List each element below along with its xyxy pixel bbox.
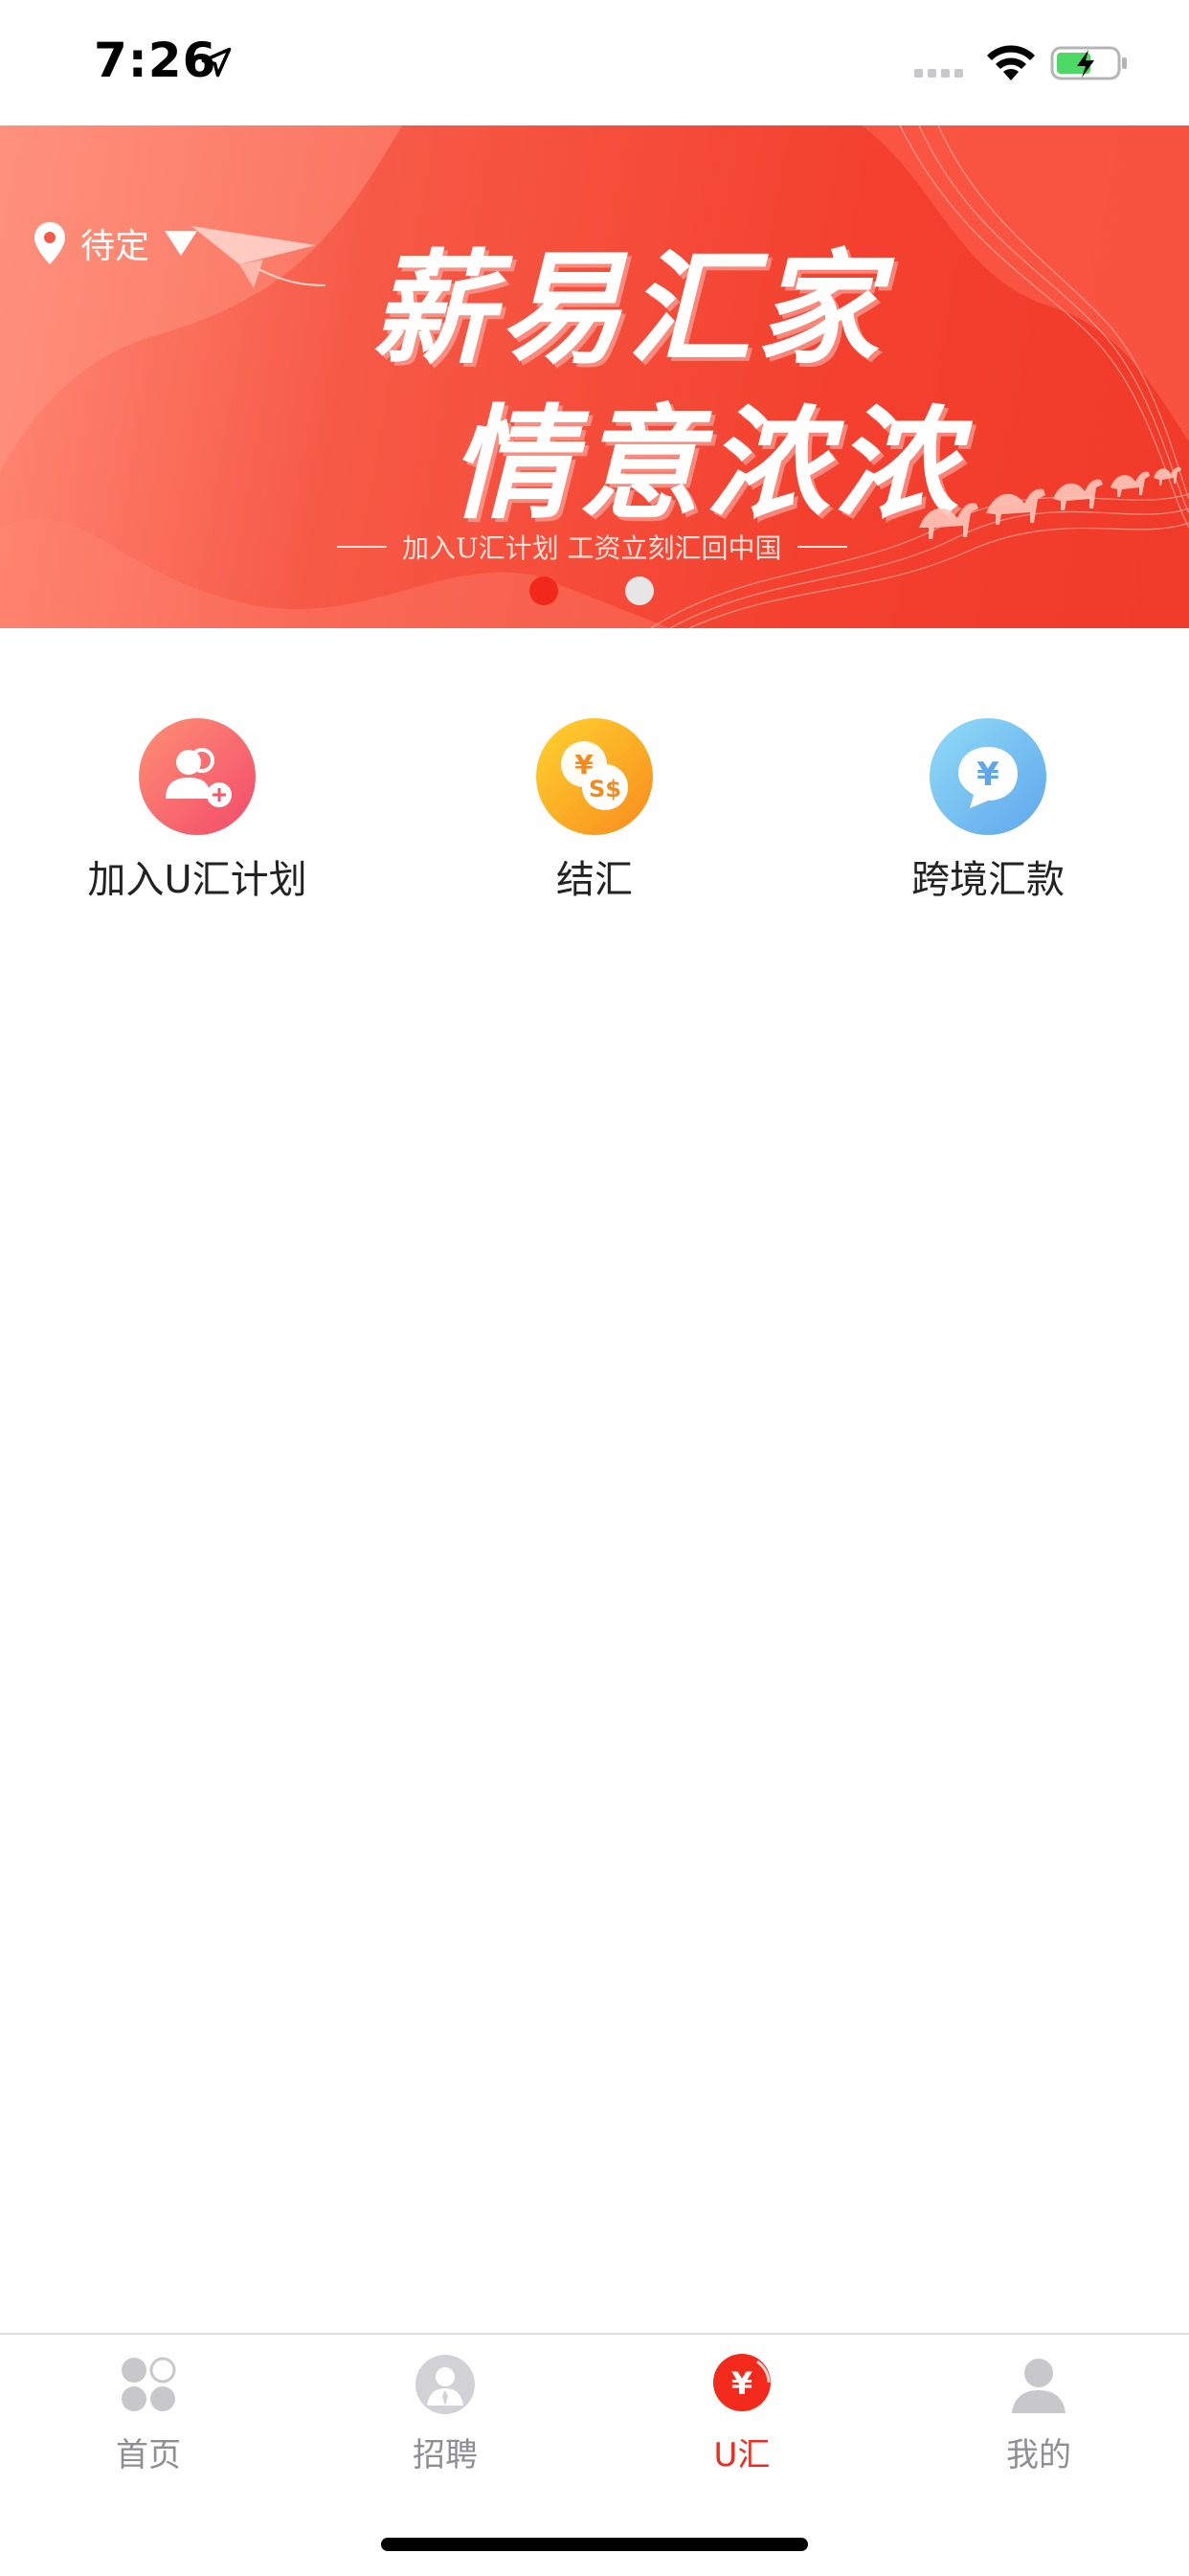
banner-tagline-row: 加入U汇计划 工资立刻汇回中国 xyxy=(337,528,847,566)
wifi-icon xyxy=(987,45,1035,80)
profile-icon xyxy=(1006,2352,1071,2417)
banner-title-line2: 情意浓浓 xyxy=(450,394,964,536)
status-bar: 7:26 xyxy=(0,0,1189,125)
currency-exchange-button[interactable]: ¥ S$ 结汇 xyxy=(397,718,792,904)
currency-exchange-icon: ¥ S$ xyxy=(536,718,653,835)
tab-mine-label: 我的 xyxy=(1006,2436,1071,2474)
tab-home-label: 首页 xyxy=(116,2436,181,2474)
camel-caravan-illustration xyxy=(919,466,1181,539)
location-arrow-icon xyxy=(201,47,232,78)
tab-recruit[interactable]: 招聘 xyxy=(369,2352,522,2475)
tab-home[interactable]: 首页 xyxy=(72,2352,225,2475)
location-pin-icon xyxy=(34,222,65,264)
tab-mine[interactable]: 我的 xyxy=(962,2352,1115,2475)
cross-border-remittance-label: 跨境汇款 xyxy=(911,858,1065,902)
svg-text:S$: S$ xyxy=(589,776,621,802)
yuan-chat-icon: ¥ xyxy=(930,718,1046,835)
quick-actions: 加入U汇计划 ¥ S$ 结汇 ¥ 跨境汇款 xyxy=(0,718,1189,910)
tab-uhui[interactable]: ¥ U汇 xyxy=(665,2352,819,2475)
tagline-rule-right xyxy=(796,546,847,548)
promo-banner[interactable]: 待定 薪易汇家 情意浓浓 加入U汇计划 工资立刻汇回中国 xyxy=(0,125,1189,628)
recruit-person-icon xyxy=(413,2352,478,2417)
currency-exchange-label: 结汇 xyxy=(556,858,633,902)
svg-text:¥: ¥ xyxy=(976,756,999,794)
tab-uhui-label: U汇 xyxy=(713,2436,771,2474)
carousel-dot-2[interactable] xyxy=(625,576,654,605)
location-selector[interactable]: 待定 xyxy=(80,218,149,268)
add-user-icon xyxy=(139,718,256,835)
home-indicator[interactable] xyxy=(381,2538,808,2551)
join-uhui-plan-label: 加入U汇计划 xyxy=(87,858,307,902)
tagline-rule-left xyxy=(337,546,387,548)
join-uhui-plan-button[interactable]: 加入U汇计划 xyxy=(0,718,394,904)
tab-recruit-label: 招聘 xyxy=(413,2436,478,2474)
cross-border-remittance-button[interactable]: ¥ 跨境汇款 xyxy=(791,718,1185,904)
paper-plane-icon xyxy=(191,226,325,288)
home-grid-icon xyxy=(116,2352,181,2417)
banner-title-line1: 薪易汇家 xyxy=(371,238,886,381)
signal-icon xyxy=(914,69,963,78)
yuan-icon: ¥ xyxy=(709,2352,774,2417)
battery-charging-icon xyxy=(1050,46,1127,80)
banner-tagline: 加入U汇计划 工资立刻汇回中国 xyxy=(402,532,782,564)
svg-text:¥: ¥ xyxy=(731,2365,752,2402)
carousel-indicator xyxy=(529,576,654,605)
carousel-dot-1[interactable] xyxy=(529,576,558,605)
